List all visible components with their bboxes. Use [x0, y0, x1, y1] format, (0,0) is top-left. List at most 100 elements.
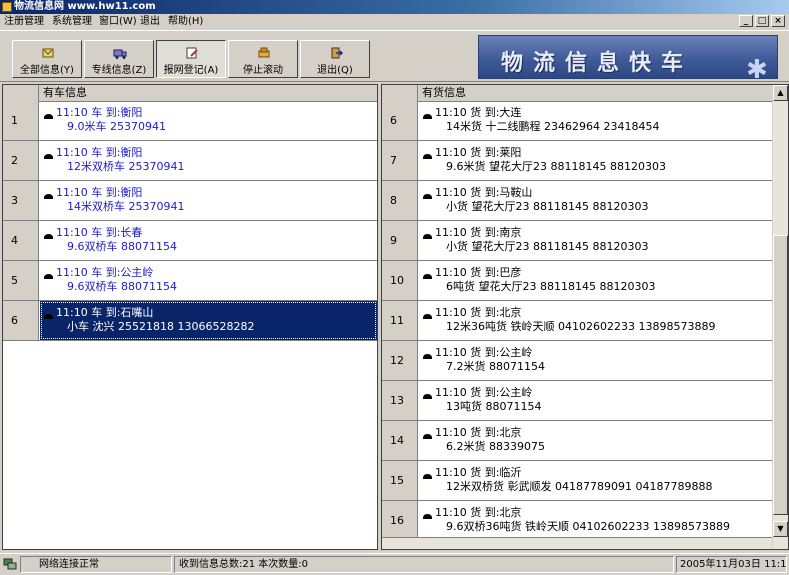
row-number: 14 [382, 421, 418, 460]
app-icon [2, 2, 12, 12]
row-detail: 14米双桥车 25370941 [67, 200, 185, 213]
all-info-button[interactable]: 全部信息(Y) [12, 40, 82, 78]
register-label: 报网登记(A) [163, 65, 219, 76]
exit-icon [331, 47, 343, 59]
car-icon [44, 194, 53, 199]
row-number: 1 [3, 101, 39, 140]
row-content[interactable]: 11:10 货 到:公主岭 13吨货 88071154 [419, 381, 772, 420]
row-content[interactable]: 11:10 货 到:北京 9.6双桥36吨货 铁岭天顺 04102602233 1… [419, 501, 772, 540]
scroll-down-icon[interactable]: ▼ [773, 521, 788, 537]
table-row[interactable]: 11 11:10 货 到:北京 12米36吨货 铁岭天顺 04102602233 1… [382, 301, 772, 341]
brand-banner: 物流信息快车 ✱ [478, 35, 778, 79]
menu-window[interactable]: 窗口(W) [99, 15, 137, 29]
row-headline: 11:10 货 到:北京 [435, 426, 522, 439]
car-icon [423, 394, 432, 399]
vehicle-panel-title: 有车信息 [43, 86, 87, 99]
stop-scroll-button[interactable]: 停止滚动 [228, 40, 298, 78]
row-content[interactable]: 11:10 货 到:莱阳 9.6米货 望花大厅23 88118145 881203… [419, 141, 772, 180]
table-row[interactable]: 16 11:10 货 到:北京 9.6双桥36吨货 铁岭天顺 04102602233… [382, 501, 772, 541]
row-content[interactable]: 11:10 车 到:石嘴山 小车 沈兴 25521818 13066528282 [40, 301, 377, 340]
header-corner [3, 85, 39, 101]
dedicated-line-label: 专线信息(Z) [91, 65, 147, 76]
vehicle-panel-header: 有车信息 [3, 85, 377, 102]
table-row[interactable]: 12 11:10 货 到:公主岭 7.2米货 88071154 [382, 341, 772, 381]
table-row[interactable]: 4 11:10 车 到:长春 9.6双桥车 88071154 [3, 221, 377, 261]
table-row[interactable]: 5 11:10 车 到:公主岭 9.6双桥车 88071154 [3, 261, 377, 301]
row-content[interactable]: 11:10 货 到:大连 14米货 十二线鹏程 23462964 23418454 [419, 101, 772, 140]
row-content[interactable]: 11:10 货 到:北京 6.2米货 88339075 [419, 421, 772, 460]
row-headline: 11:10 货 到:大连 [435, 106, 522, 119]
menu-help[interactable]: 帮助(H) [168, 15, 203, 29]
row-headline: 11:10 货 到:临沂 [435, 466, 522, 479]
row-detail: 小货 望花大厅23 88118145 88120303 [446, 200, 649, 213]
table-row[interactable]: 3 11:10 车 到:衡阳 14米双桥车 25370941 [3, 181, 377, 221]
table-row[interactable]: 6 11:10 货 到:大连 14米货 十二线鹏程 23462964 2341845… [382, 101, 772, 141]
cargo-vertical-scrollbar[interactable]: ▲ ▼ [772, 85, 788, 549]
row-number: 5 [3, 261, 39, 300]
row-detail: 6.2米货 88339075 [446, 440, 545, 453]
stop-scroll-icon [258, 47, 270, 58]
row-content[interactable]: 11:10 货 到:马鞍山 小货 望花大厅23 88118145 88120303 [419, 181, 772, 220]
status-bar: 网络连接正常 收到信息总数:21 本次数量:0 2005年11月03日 11:1… [0, 553, 789, 575]
menu-exit[interactable]: 退出 [140, 15, 160, 29]
dedicated-line-icon [113, 49, 127, 59]
row-content[interactable]: 11:10 车 到:衡阳 9.0米车 25370941 [40, 101, 377, 140]
row-number: 6 [3, 301, 39, 340]
table-row[interactable]: 15 11:10 货 到:临沂 12米双桥货 彰武顺发 04187789091 04… [382, 461, 772, 501]
network-icon [3, 558, 17, 570]
cargo-info-panel: 有货信息 6 11:10 货 到:大连 14米货 十二线鹏程 23462964 23… [381, 84, 789, 550]
row-content[interactable]: 11:10 车 到:公主岭 9.6双桥车 88071154 [40, 261, 377, 300]
stop-scroll-label: 停止滚动 [243, 65, 283, 76]
table-row[interactable]: 2 11:10 车 到:衡阳 12米双桥车 25370941 [3, 141, 377, 181]
close-button[interactable]: × [771, 15, 785, 27]
header-corner [382, 85, 418, 101]
row-detail: 小货 望花大厅23 88118145 88120303 [446, 240, 649, 253]
exit-button[interactable]: 退出(Q) [300, 40, 370, 78]
table-row[interactable]: 14 11:10 货 到:北京 6.2米货 88339075 [382, 421, 772, 461]
scroll-up-icon[interactable]: ▲ [773, 85, 788, 101]
row-number: 16 [382, 501, 418, 540]
row-headline: 11:10 货 到:巴彦 [435, 266, 522, 279]
car-icon [44, 114, 53, 119]
banner-title: 物流信息快车 [501, 50, 694, 76]
menu-register-management[interactable]: 注册管理 [4, 15, 44, 29]
register-button[interactable]: 报网登记(A) [156, 40, 226, 78]
row-number: 11 [382, 301, 418, 340]
row-headline: 11:10 货 到:北京 [435, 506, 522, 519]
row-number: 10 [382, 261, 418, 300]
car-icon [44, 154, 53, 159]
row-headline: 11:10 货 到:公主岭 [435, 386, 533, 399]
row-headline: 11:10 车 到:长春 [56, 226, 143, 239]
cargo-horizontal-scrollbar[interactable] [382, 537, 772, 549]
table-row[interactable]: 9 11:10 货 到:南京 小货 望花大厅23 88118145 88120303 [382, 221, 772, 261]
table-row[interactable]: 6 11:10 车 到:石嘴山 小车 沈兴 25521818 13066528282 [3, 301, 377, 341]
row-headline: 11:10 货 到:公主岭 [435, 346, 533, 359]
dedicated-line-button[interactable]: 专线信息(Z) [84, 40, 154, 78]
exit-label: 退出(Q) [317, 65, 353, 76]
star-icon: ✱ [746, 55, 768, 79]
row-content[interactable]: 11:10 货 到:巴彦 6吨货 望花大厅23 88118145 88120303 [419, 261, 772, 300]
maximize-button[interactable]: □ [755, 15, 769, 27]
row-content[interactable]: 11:10 货 到:南京 小货 望花大厅23 88118145 88120303 [419, 221, 772, 260]
minimize-button[interactable]: _ [739, 15, 753, 27]
menu-system-management[interactable]: 系统管理 [52, 15, 92, 29]
table-row[interactable]: 7 11:10 货 到:莱阳 9.6米货 望花大厅23 88118145 88120… [382, 141, 772, 181]
scroll-thumb[interactable] [773, 235, 788, 515]
title-bar: 物流信息网 www.hw11.com [0, 0, 789, 14]
table-row[interactable]: 1 11:10 车 到:衡阳 9.0米车 25370941 [3, 101, 377, 141]
row-headline: 11:10 货 到:莱阳 [435, 146, 522, 159]
row-content[interactable]: 11:10 货 到:临沂 12米双桥货 彰武顺发 04187789091 0418… [419, 461, 772, 500]
row-content[interactable]: 11:10 车 到:衡阳 14米双桥车 25370941 [40, 181, 377, 220]
row-number: 4 [3, 221, 39, 260]
table-row[interactable]: 8 11:10 货 到:马鞍山 小货 望花大厅23 88118145 8812030… [382, 181, 772, 221]
car-icon [423, 314, 432, 319]
row-content[interactable]: 11:10 货 到:北京 12米36吨货 铁岭天顺 04102602233 138… [419, 301, 772, 340]
row-headline: 11:10 车 到:衡阳 [56, 106, 143, 119]
car-icon [44, 234, 53, 239]
car-icon [44, 274, 53, 279]
row-content[interactable]: 11:10 货 到:公主岭 7.2米货 88071154 [419, 341, 772, 380]
table-row[interactable]: 13 11:10 货 到:公主岭 13吨货 88071154 [382, 381, 772, 421]
row-content[interactable]: 11:10 车 到:衡阳 12米双桥车 25370941 [40, 141, 377, 180]
row-content[interactable]: 11:10 车 到:长春 9.6双桥车 88071154 [40, 221, 377, 260]
table-row[interactable]: 10 11:10 货 到:巴彦 6吨货 望花大厅23 88118145 881203… [382, 261, 772, 301]
